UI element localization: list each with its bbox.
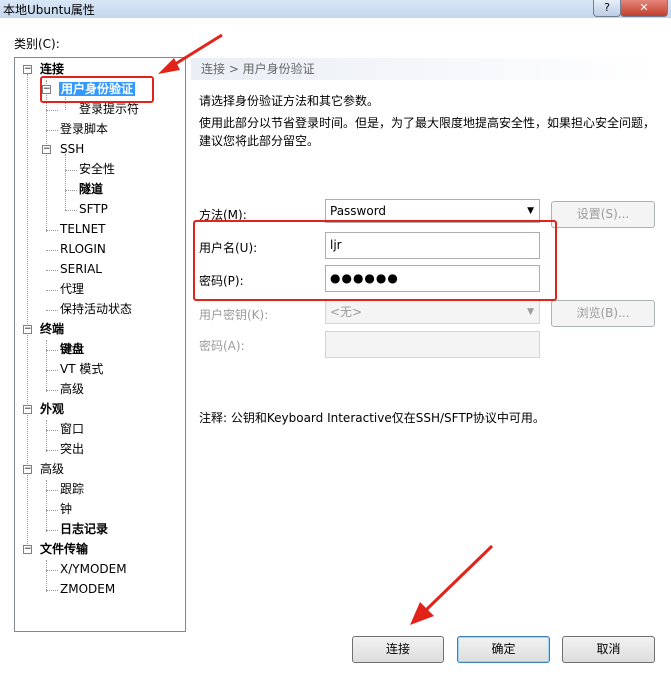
- title-bar: 本地Ubuntu属性 ? ✕: [0, 0, 671, 18]
- tree-item-zmodem[interactable]: ZMODEM: [60, 580, 115, 598]
- dropdown-arrow-icon: ▼: [527, 307, 534, 317]
- tree-line: [46, 350, 58, 351]
- user-key-value: <无>: [330, 305, 363, 319]
- tree-item-xymodem[interactable]: X/YMODEM: [60, 560, 127, 578]
- tree-item-advanced[interactable]: 高级: [40, 460, 64, 478]
- browse-button[interactable]: 浏览(B)...: [551, 300, 655, 327]
- collapse-icon[interactable]: −: [23, 65, 32, 74]
- passphrase-input[interactable]: [325, 331, 540, 358]
- red-arrow-icon: [158, 33, 223, 74]
- tree-line: [46, 560, 47, 592]
- tree-item-window[interactable]: 窗口: [60, 420, 84, 438]
- collapse-icon[interactable]: −: [42, 145, 51, 154]
- tree-line: [46, 250, 58, 251]
- settings-button[interactable]: 设置(S)...: [551, 201, 655, 228]
- tree-line: [46, 370, 58, 371]
- collapse-icon[interactable]: −: [23, 405, 32, 414]
- collapse-icon[interactable]: −: [23, 465, 32, 474]
- tree-line: [65, 190, 77, 191]
- tree-item-trace[interactable]: 跟踪: [60, 480, 84, 498]
- breadcrumb: 连接 > 用户身份验证: [191, 58, 659, 80]
- help-button[interactable]: ?: [593, 0, 621, 17]
- tree-line: [46, 450, 58, 451]
- tree-line: [46, 480, 47, 532]
- tree-item-telnet[interactable]: TELNET: [60, 220, 106, 238]
- tree-item-login-script[interactable]: 登录脚本: [60, 120, 108, 138]
- collapse-icon[interactable]: −: [23, 325, 32, 334]
- tree-item-logging[interactable]: 日志记录: [60, 520, 108, 538]
- tree-item-bell[interactable]: 钟: [60, 500, 72, 518]
- protocol-note: 注释: 公钥和Keyboard Interactive仅在SSH/SFTP协议中…: [199, 411, 545, 425]
- connect-button[interactable]: 连接: [352, 636, 444, 663]
- tree-item-serial[interactable]: SERIAL: [60, 260, 102, 278]
- panel-hint: 使用此部分以节省登录时间。但是，为了最大限度地提高安全性，如果担心安全问题，建议…: [199, 116, 656, 148]
- close-button[interactable]: ✕: [620, 0, 668, 17]
- tree-item-proxy[interactable]: 代理: [60, 280, 84, 298]
- tree-line: [46, 230, 58, 231]
- tree-item-terminal[interactable]: 终端: [40, 320, 64, 338]
- tree-item-keepalive[interactable]: 保持活动状态: [60, 300, 132, 318]
- highlight-box-tree: [40, 76, 154, 103]
- tree-line: [46, 490, 58, 491]
- tree-line: [46, 290, 58, 291]
- tree-item-vt-mode[interactable]: VT 模式: [60, 360, 103, 378]
- tree-line: [46, 420, 47, 452]
- tree-line: [46, 510, 58, 511]
- tree-line: [46, 270, 58, 271]
- user-key-label: 用户密钥(K):: [199, 308, 269, 322]
- tree-line: [46, 530, 58, 531]
- red-arrow-icon: [410, 544, 494, 625]
- tree-line: [27, 74, 28, 552]
- tree-item-security[interactable]: 安全性: [79, 160, 115, 178]
- panel-description: 请选择身份验证方法和其它参数。: [199, 94, 380, 108]
- method-value: Password: [330, 204, 387, 218]
- tree-item-highlight[interactable]: 突出: [60, 440, 84, 458]
- tree-item-sftp[interactable]: SFTP: [79, 200, 108, 218]
- tree-line: [46, 310, 58, 311]
- tree-item-ssh[interactable]: SSH: [60, 140, 84, 158]
- tree-item-appearance[interactable]: 外观: [40, 400, 64, 418]
- dropdown-arrow-icon: ▼: [527, 206, 534, 216]
- cancel-button[interactable]: 取消: [562, 636, 655, 663]
- user-key-select[interactable]: <无> ▼: [325, 300, 540, 324]
- category-label: 类别(C):: [14, 37, 60, 51]
- tree-line: [46, 340, 47, 392]
- passphrase-label: 密码(A):: [199, 339, 245, 353]
- tree-item-file-transfer[interactable]: 文件传输: [40, 540, 88, 558]
- tree-item-rlogin[interactable]: RLOGIN: [60, 240, 106, 258]
- highlight-box-credentials: [193, 220, 557, 301]
- window-title: 本地Ubuntu属性: [3, 3, 95, 17]
- tree-line: [65, 154, 66, 210]
- tree-line: [46, 590, 58, 591]
- tree-line: [46, 430, 58, 431]
- tree-item-terminal-advanced[interactable]: 高级: [60, 380, 84, 398]
- collapse-icon[interactable]: −: [23, 545, 32, 554]
- tree-item-tunnel[interactable]: 隧道: [79, 180, 103, 198]
- tree-item-keyboard[interactable]: 键盘: [60, 340, 84, 358]
- category-tree[interactable]: − − − − − − − 连接 用户身份验证 登录提示符 登录脚本 SSH 安…: [14, 57, 186, 632]
- tree-line: [65, 170, 77, 171]
- tree-line: [65, 210, 77, 211]
- tree-line: [46, 130, 58, 131]
- ok-button[interactable]: 确定: [457, 636, 550, 663]
- tree-line: [46, 110, 58, 111]
- tree-line: [46, 390, 58, 391]
- tree-line: [46, 570, 58, 571]
